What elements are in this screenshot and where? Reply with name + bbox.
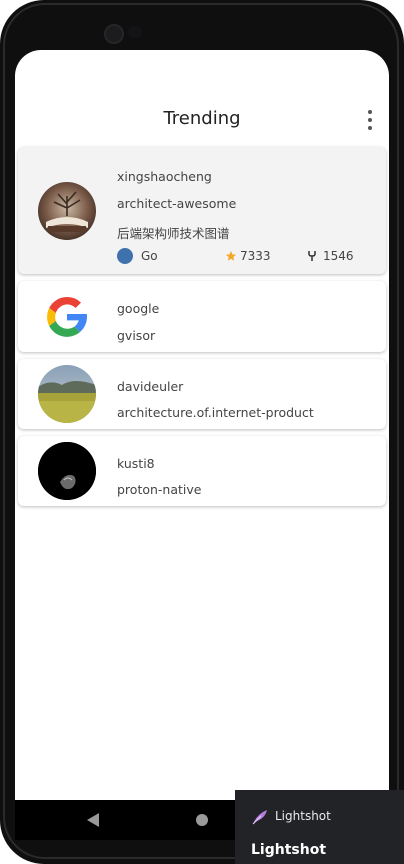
back-icon[interactable] — [87, 813, 99, 827]
lightshot-feather-icon — [252, 810, 267, 825]
repo-forks: 1546 — [323, 249, 354, 263]
repo-owner: xingshaocheng — [117, 169, 212, 184]
repo-language: Go — [141, 249, 158, 263]
avatar — [38, 365, 96, 423]
app-bar: Trending — [15, 100, 389, 140]
home-icon[interactable] — [196, 814, 208, 826]
repo-description: 后端架构师技术图谱 — [117, 226, 230, 241]
app-screen: Trending xingshaocheng architect-awesome… — [15, 50, 389, 800]
lightshot-overlay: Lightshot Lightshot — [235, 790, 404, 864]
repo-card[interactable]: google gvisor — [18, 281, 386, 352]
repo-meta: Go 7333 1546 — [117, 248, 386, 266]
language-color-dot — [117, 248, 133, 264]
page-title: Trending — [163, 108, 241, 129]
repo-stars: 7333 — [240, 249, 271, 263]
avatar — [38, 442, 96, 500]
google-logo-icon — [47, 296, 87, 337]
lightshot-caption: Lightshot — [251, 842, 327, 858]
more-vert-icon[interactable] — [365, 110, 375, 130]
repo-name: architect-awesome — [117, 196, 237, 211]
repo-card[interactable]: xingshaocheng architect-awesome 后端架构师技术图… — [18, 147, 386, 274]
star-icon — [226, 251, 236, 261]
repo-name: proton-native — [117, 482, 202, 497]
avatar — [38, 182, 96, 240]
lightshot-app-row[interactable]: Lightshot — [251, 808, 401, 826]
front-camera — [104, 24, 124, 44]
repo-owner: google — [117, 301, 160, 316]
avatar — [38, 288, 96, 346]
lightshot-app-label: Lightshot — [275, 809, 331, 823]
repo-card[interactable]: davideuler architecture.of.internet-prod… — [18, 359, 386, 429]
speaker — [128, 26, 142, 38]
repo-card[interactable]: kusti8 proton-native — [18, 436, 386, 506]
phone-frame: Trending xingshaocheng architect-awesome… — [0, 0, 404, 864]
repo-name: architecture.of.internet-product — [117, 405, 314, 420]
fork-icon — [308, 251, 316, 261]
repo-owner: kusti8 — [117, 456, 155, 471]
repo-owner: davideuler — [117, 379, 184, 394]
repo-name: gvisor — [117, 328, 156, 343]
